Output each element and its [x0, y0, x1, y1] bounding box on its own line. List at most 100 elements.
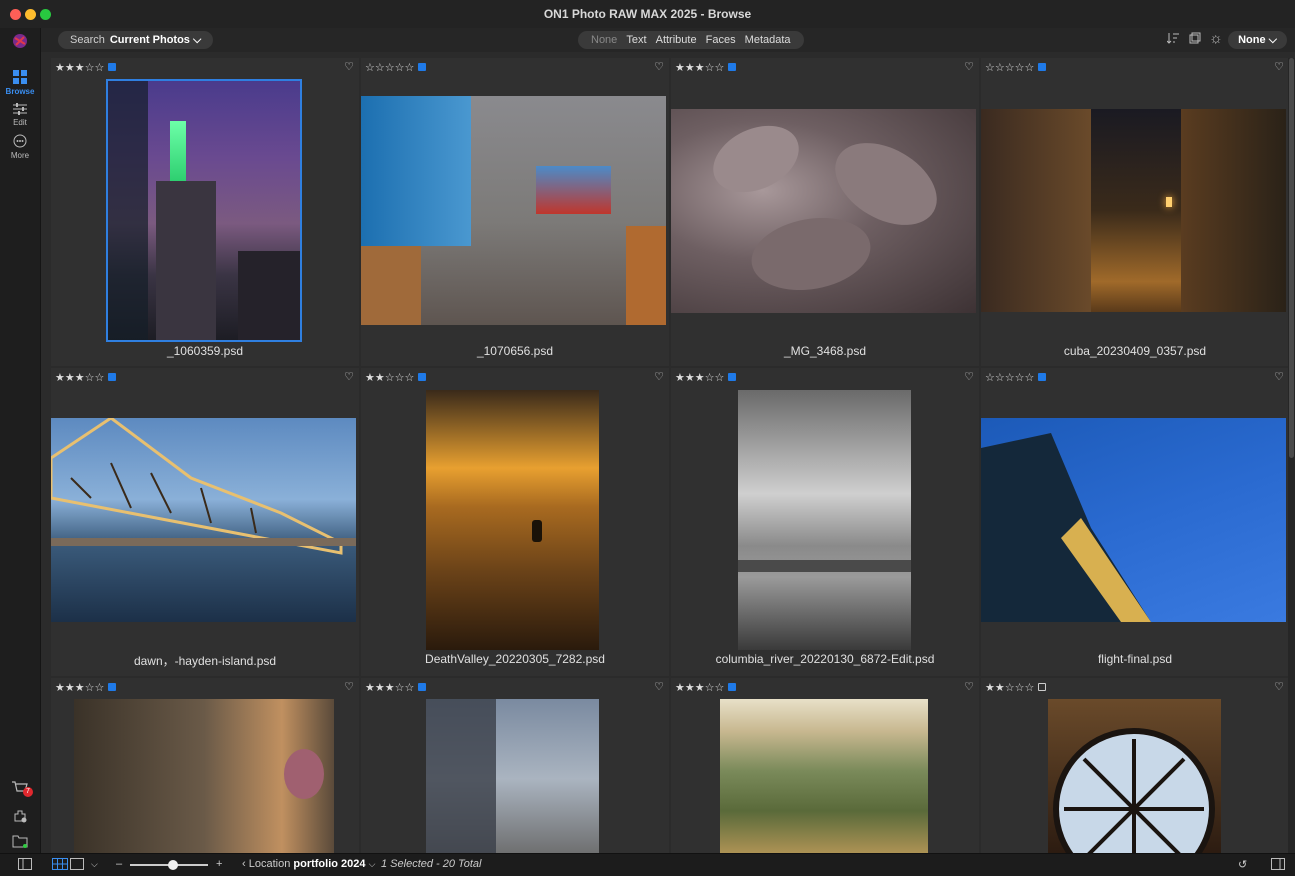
star-rating[interactable]: ☆☆☆☆☆: [985, 61, 1047, 74]
grid-cell[interactable]: ★★★☆☆ ♡: [671, 678, 979, 853]
favorite-heart-icon[interactable]: ♡: [964, 680, 974, 693]
color-label[interactable]: [108, 63, 117, 71]
favorite-heart-icon[interactable]: ♡: [344, 60, 354, 73]
star-rating[interactable]: ☆☆☆☆☆: [985, 371, 1047, 384]
favorite-heart-icon[interactable]: ♡: [344, 680, 354, 693]
grid-cell[interactable]: ★★★☆☆ ♡: [51, 678, 359, 853]
location-chevron-icon: ⌵: [368, 859, 376, 869]
favorite-heart-icon[interactable]: ♡: [654, 370, 664, 383]
rotate-icon[interactable]: ↺: [1238, 858, 1247, 871]
grid-cell[interactable]: ★★☆☆☆ ♡ DeathValley_20220305_7282.psd: [361, 368, 669, 676]
sidebar-item-more[interactable]: More: [0, 134, 40, 160]
extensions-button[interactable]: [0, 808, 40, 826]
single-view-icon[interactable]: [70, 858, 84, 873]
extensions-icon: [12, 810, 28, 826]
selection-count: 1 Selected - 20 Total: [381, 858, 482, 870]
filter-tab-faces[interactable]: Faces: [706, 34, 736, 46]
color-label[interactable]: [728, 683, 737, 691]
favorite-heart-icon[interactable]: ♡: [654, 60, 664, 73]
grid-view-icon[interactable]: [52, 858, 68, 873]
slider-knob[interactable]: [167, 860, 178, 870]
file-name: cuba_20230409_0357.psd: [1063, 344, 1207, 358]
favorite-heart-icon[interactable]: ♡: [344, 370, 354, 383]
status-bar: ⌵ – + ‹ Location portfolio 2024 ⌵ 1 Sele…: [0, 853, 1295, 876]
star-rating[interactable]: ★★☆☆☆: [365, 371, 427, 384]
thumbnail-size-slider[interactable]: [130, 860, 208, 870]
thumbnail-image[interactable]: [108, 81, 300, 340]
search-scope-dropdown[interactable]: Search Current Photos ⌵: [58, 31, 214, 49]
filter-tab-none[interactable]: None: [591, 34, 617, 46]
grid-cell[interactable]: ☆☆☆☆☆ ♡ flight-final.psd: [981, 368, 1288, 676]
favorite-heart-icon[interactable]: ♡: [1274, 370, 1284, 383]
folder-button[interactable]: [0, 834, 40, 850]
favorite-heart-icon[interactable]: ♡: [964, 60, 974, 73]
star-rating[interactable]: ★★★☆☆: [55, 61, 117, 74]
favorite-heart-icon[interactable]: ♡: [1274, 680, 1284, 693]
workspace-dropdown[interactable]: None ⌵: [1228, 31, 1287, 49]
file-name: dawn，-hayden-island.psd: [133, 654, 277, 668]
color-label[interactable]: [1038, 683, 1047, 691]
star-rating[interactable]: ★★☆☆☆: [985, 681, 1047, 694]
sidebar-item-label: More: [10, 151, 30, 160]
color-label[interactable]: [1038, 373, 1047, 381]
sidebar-item-browse[interactable]: Browse: [0, 70, 40, 96]
favorite-heart-icon[interactable]: ♡: [1274, 60, 1284, 73]
color-label[interactable]: [728, 63, 737, 71]
location-prefix: ‹ Location: [242, 858, 291, 870]
star-rating[interactable]: ★★★☆☆: [55, 681, 117, 694]
grid-cell[interactable]: ☆☆☆☆☆ ♡ cuba_20230409_0357.psd: [981, 58, 1288, 366]
thumbnail-image[interactable]: [426, 390, 599, 650]
grid-cell[interactable]: ★★★☆☆ ♡ _1060359.psd: [51, 58, 359, 366]
thumbnail-image[interactable]: [981, 109, 1286, 312]
filter-tabs: None Text Attribute Faces Metadata: [578, 31, 804, 49]
grid-scrollbar[interactable]: [1288, 58, 1295, 853]
zoom-in-button[interactable]: +: [216, 858, 222, 870]
location-breadcrumb[interactable]: ‹ Location portfolio 2024 ⌵: [242, 858, 375, 870]
filter-tab-text[interactable]: Text: [626, 34, 646, 46]
sidebar-item-edit[interactable]: Edit: [0, 102, 40, 127]
grid-cell[interactable]: ☆☆☆☆☆ ♡ _1070656.psd: [361, 58, 669, 366]
star-rating[interactable]: ★★★☆☆: [675, 681, 737, 694]
on1-logo-icon[interactable]: [0, 32, 40, 52]
grid-cell[interactable]: ★★★☆☆ ♡ dawn，-hayden-island.psd: [51, 368, 359, 676]
star-rating[interactable]: ★★★☆☆: [675, 371, 737, 384]
lightbulb-icon[interactable]: ☼: [1209, 30, 1223, 47]
thumbnail-image[interactable]: [720, 699, 928, 853]
view-chevron-down-icon[interactable]: ⌵: [91, 859, 98, 870]
scrollbar-thumb[interactable]: [1289, 58, 1294, 458]
star-rating[interactable]: ★★★☆☆: [55, 371, 117, 384]
grid-cell[interactable]: ★★★☆☆ ♡: [361, 678, 669, 853]
thumbnail-image[interactable]: [1048, 699, 1221, 853]
star-rating[interactable]: ★★★☆☆: [675, 61, 737, 74]
thumbnail-image[interactable]: [361, 96, 666, 325]
thumbnail-image[interactable]: [738, 390, 911, 650]
thumbnail-image[interactable]: [426, 699, 599, 853]
color-label[interactable]: [108, 683, 117, 691]
color-label[interactable]: [418, 373, 427, 381]
color-label[interactable]: [1038, 63, 1047, 71]
favorite-heart-icon[interactable]: ♡: [654, 680, 664, 693]
compare-icon[interactable]: [1189, 32, 1201, 47]
grid-cell[interactable]: ★★☆☆☆ ♡: [981, 678, 1288, 853]
file-name: flight-final.psd: [1097, 652, 1173, 666]
thumbnail-image[interactable]: [981, 418, 1286, 622]
color-label[interactable]: [418, 63, 427, 71]
color-label[interactable]: [418, 683, 427, 691]
favorite-heart-icon[interactable]: ♡: [964, 370, 974, 383]
grid-cell[interactable]: ★★★☆☆ ♡ _MG_3468.psd: [671, 58, 979, 366]
zoom-out-button[interactable]: –: [116, 858, 122, 870]
right-panel-toggle-icon[interactable]: [1271, 858, 1285, 873]
filter-tab-attribute[interactable]: Attribute: [656, 34, 697, 46]
star-rating[interactable]: ☆☆☆☆☆: [365, 61, 427, 74]
color-label[interactable]: [728, 373, 737, 381]
thumbnail-image[interactable]: [74, 699, 334, 853]
color-label[interactable]: [108, 373, 117, 381]
cart-button[interactable]: 7: [0, 780, 40, 798]
thumbnail-image[interactable]: [671, 109, 976, 313]
filter-tab-metadata[interactable]: Metadata: [745, 34, 791, 46]
star-rating[interactable]: ★★★☆☆: [365, 681, 427, 694]
panel-toggle-icon[interactable]: [18, 858, 32, 873]
grid-cell[interactable]: ★★★☆☆ ♡ columbia_river_20220130_6872-Edi…: [671, 368, 979, 676]
sort-icon[interactable]: [1166, 32, 1179, 47]
thumbnail-image[interactable]: [51, 418, 356, 622]
